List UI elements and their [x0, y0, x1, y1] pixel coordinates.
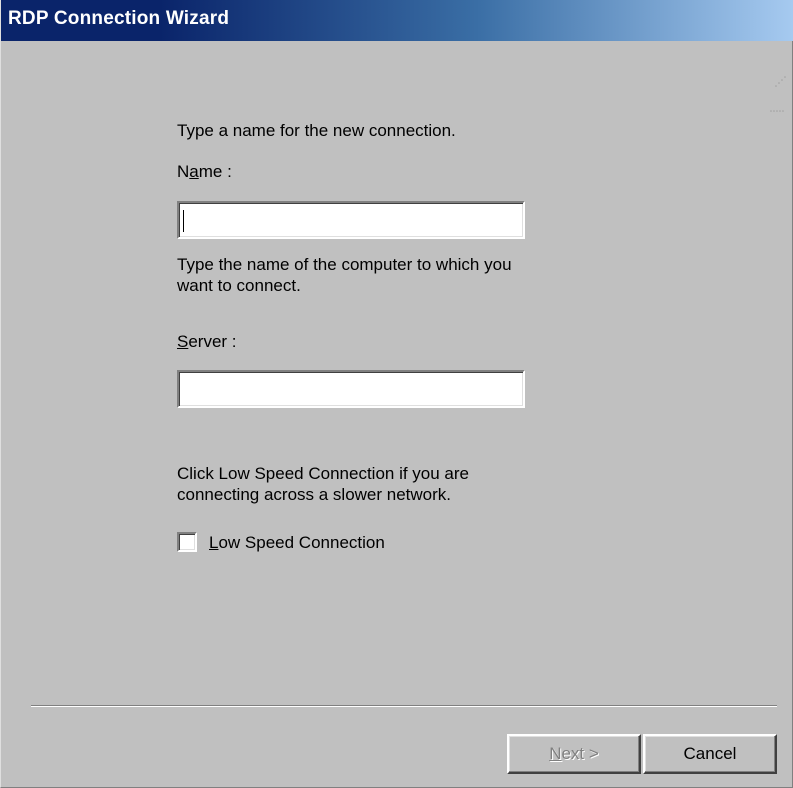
button-separator	[31, 705, 777, 707]
low-speed-checkbox-label[interactable]: Low Speed Connection	[209, 532, 385, 553]
dotted-corner-icon	[765, 75, 789, 115]
name-input[interactable]	[182, 206, 520, 234]
low-speed-instruction-line2: connecting across a slower network.	[177, 485, 452, 504]
next-button-label: Next >	[549, 744, 599, 763]
low-speed-checkbox[interactable]	[177, 532, 197, 552]
name-label: Name :	[177, 162, 232, 181]
name-field[interactable]	[177, 201, 525, 239]
wizard-window: RDP Connection Wizard Type a name for th…	[0, 0, 793, 788]
title-bar[interactable]: RDP Connection Wizard	[1, 0, 793, 41]
cancel-button[interactable]: Cancel	[643, 734, 777, 774]
cancel-button-label: Cancel	[683, 744, 737, 763]
server-field[interactable]	[177, 370, 525, 408]
name-instruction: Type a name for the new connection.	[177, 121, 456, 140]
wizard-content: Type a name for the new connection. Name…	[1, 41, 793, 788]
text-caret	[183, 210, 184, 232]
server-label: Server :	[177, 332, 237, 351]
next-button[interactable]: Next >	[507, 734, 641, 774]
server-input[interactable]	[182, 375, 520, 403]
low-speed-instruction-line1: Click Low Speed Connection if you are	[177, 464, 469, 483]
window-title: RDP Connection Wizard	[8, 8, 230, 29]
server-instruction-line1: Type the name of the computer to which y…	[177, 255, 512, 274]
server-instruction-line2: want to connect.	[177, 276, 301, 295]
